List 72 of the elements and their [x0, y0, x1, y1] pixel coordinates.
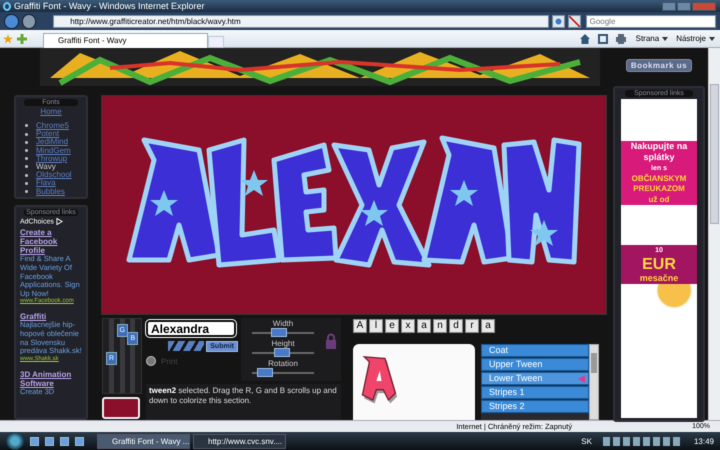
ad-title-link[interactable]: Graffiti [20, 312, 82, 322]
start-button[interactable] [6, 432, 24, 450]
command-menu[interactable]: Strana [634, 34, 670, 43]
bullet-icon [25, 190, 28, 194]
back-button[interactable] [4, 14, 19, 28]
letter-tile[interactable]: a [481, 319, 495, 333]
layer-item[interactable]: Stripes 2 [481, 400, 589, 413]
scrollbar[interactable] [589, 344, 599, 420]
ad-text: Nakupujte na splátky [621, 141, 697, 163]
bullet-icon [25, 124, 28, 128]
stripes-icon [168, 341, 204, 351]
letter-tile[interactable]: d [449, 319, 463, 333]
address-field[interactable]: http://www.graffiticreator.net/htm/black/wavy.htm [53, 14, 550, 28]
home-link[interactable]: Home [20, 108, 82, 116]
print-radio[interactable] [146, 356, 156, 366]
slider-label: Width [272, 319, 294, 328]
slider-thumb[interactable] [274, 348, 290, 357]
language-indicator[interactable]: SK [581, 436, 592, 446]
slider-thumb[interactable] [256, 368, 273, 377]
bookmark-button[interactable]: Bookmark us [626, 59, 692, 72]
layer-item[interactable]: Upper Tween [481, 358, 589, 371]
name-input-field[interactable]: Alexandra [146, 320, 236, 337]
favorites-star-icon[interactable] [3, 34, 13, 44]
forward-button[interactable] [22, 14, 36, 28]
font-link[interactable]: Chrome5 [36, 121, 69, 130]
layer-item[interactable]: Coat [481, 344, 589, 357]
page-scrollbar[interactable] [708, 48, 720, 420]
letter-tile[interactable]: l [369, 319, 383, 333]
ad-text: mesačne [621, 273, 697, 284]
taskbar-button[interactable]: http://www.cvc.snv.... [193, 434, 286, 448]
letter-tile[interactable]: e [385, 319, 399, 333]
slider-label: Rotation [268, 359, 298, 368]
status-message: tween2 selected. Drag the R, G and B scrolls up and down to colorize this section. [146, 384, 341, 420]
slider-label: Height [271, 339, 295, 348]
bullet-icon [25, 165, 28, 168]
refresh-button[interactable] [552, 14, 565, 28]
stop-button[interactable] [568, 14, 581, 28]
letter-tile[interactable]: A [353, 319, 367, 333]
ad-text: už od [621, 194, 697, 205]
font-link[interactable]: JediMind [36, 137, 68, 146]
font-link[interactable]: Flava [36, 178, 56, 188]
letter-tile[interactable]: n [433, 319, 447, 333]
font-link[interactable]: Oldschool [36, 170, 72, 180]
bullet-icon [25, 157, 28, 160]
plus-icon[interactable] [17, 34, 27, 44]
font-link[interactable]: Bubbles [36, 186, 65, 196]
home-icon[interactable] [580, 34, 590, 44]
font-link[interactable]: Potent [36, 129, 60, 138]
search-field[interactable]: Google [586, 14, 716, 28]
adchoices-icon[interactable] [56, 218, 63, 225]
taskbar-button[interactable]: Graffiti Font - Wavy ... [97, 434, 190, 448]
clock[interactable]: 13:49 [694, 436, 714, 446]
font-link[interactable]: MindGem [36, 146, 71, 155]
font-link[interactable]: Throwup [36, 154, 68, 163]
current-font-item[interactable]: Wavy [36, 162, 56, 172]
letter-tile[interactable]: r [465, 319, 479, 333]
bullet-icon [25, 140, 28, 144]
bullet-icon [25, 132, 28, 136]
tray-icons[interactable] [602, 436, 683, 446]
letter-tile[interactable]: a [417, 319, 431, 333]
ad-title-link[interactable]: 3D Animation Software [20, 370, 82, 388]
bullet-icon [25, 174, 28, 177]
letter-tile[interactable]: x [401, 319, 415, 333]
layer-item[interactable]: Stripes 1 [481, 386, 589, 399]
slider-thumb[interactable] [271, 328, 288, 337]
command-menu[interactable]: Nástroje [674, 34, 717, 43]
ad-text: EUR [621, 256, 697, 273]
window-title: Graffiti Font - Wavy - Windows Internet Explorer [14, 1, 206, 11]
ad-title-link[interactable]: Create a Facebook Profile [20, 228, 82, 256]
bullet-icon [25, 182, 28, 185]
browser-tab[interactable]: Graffiti Font - Wavy [43, 32, 208, 48]
bullet-icon [25, 149, 28, 152]
